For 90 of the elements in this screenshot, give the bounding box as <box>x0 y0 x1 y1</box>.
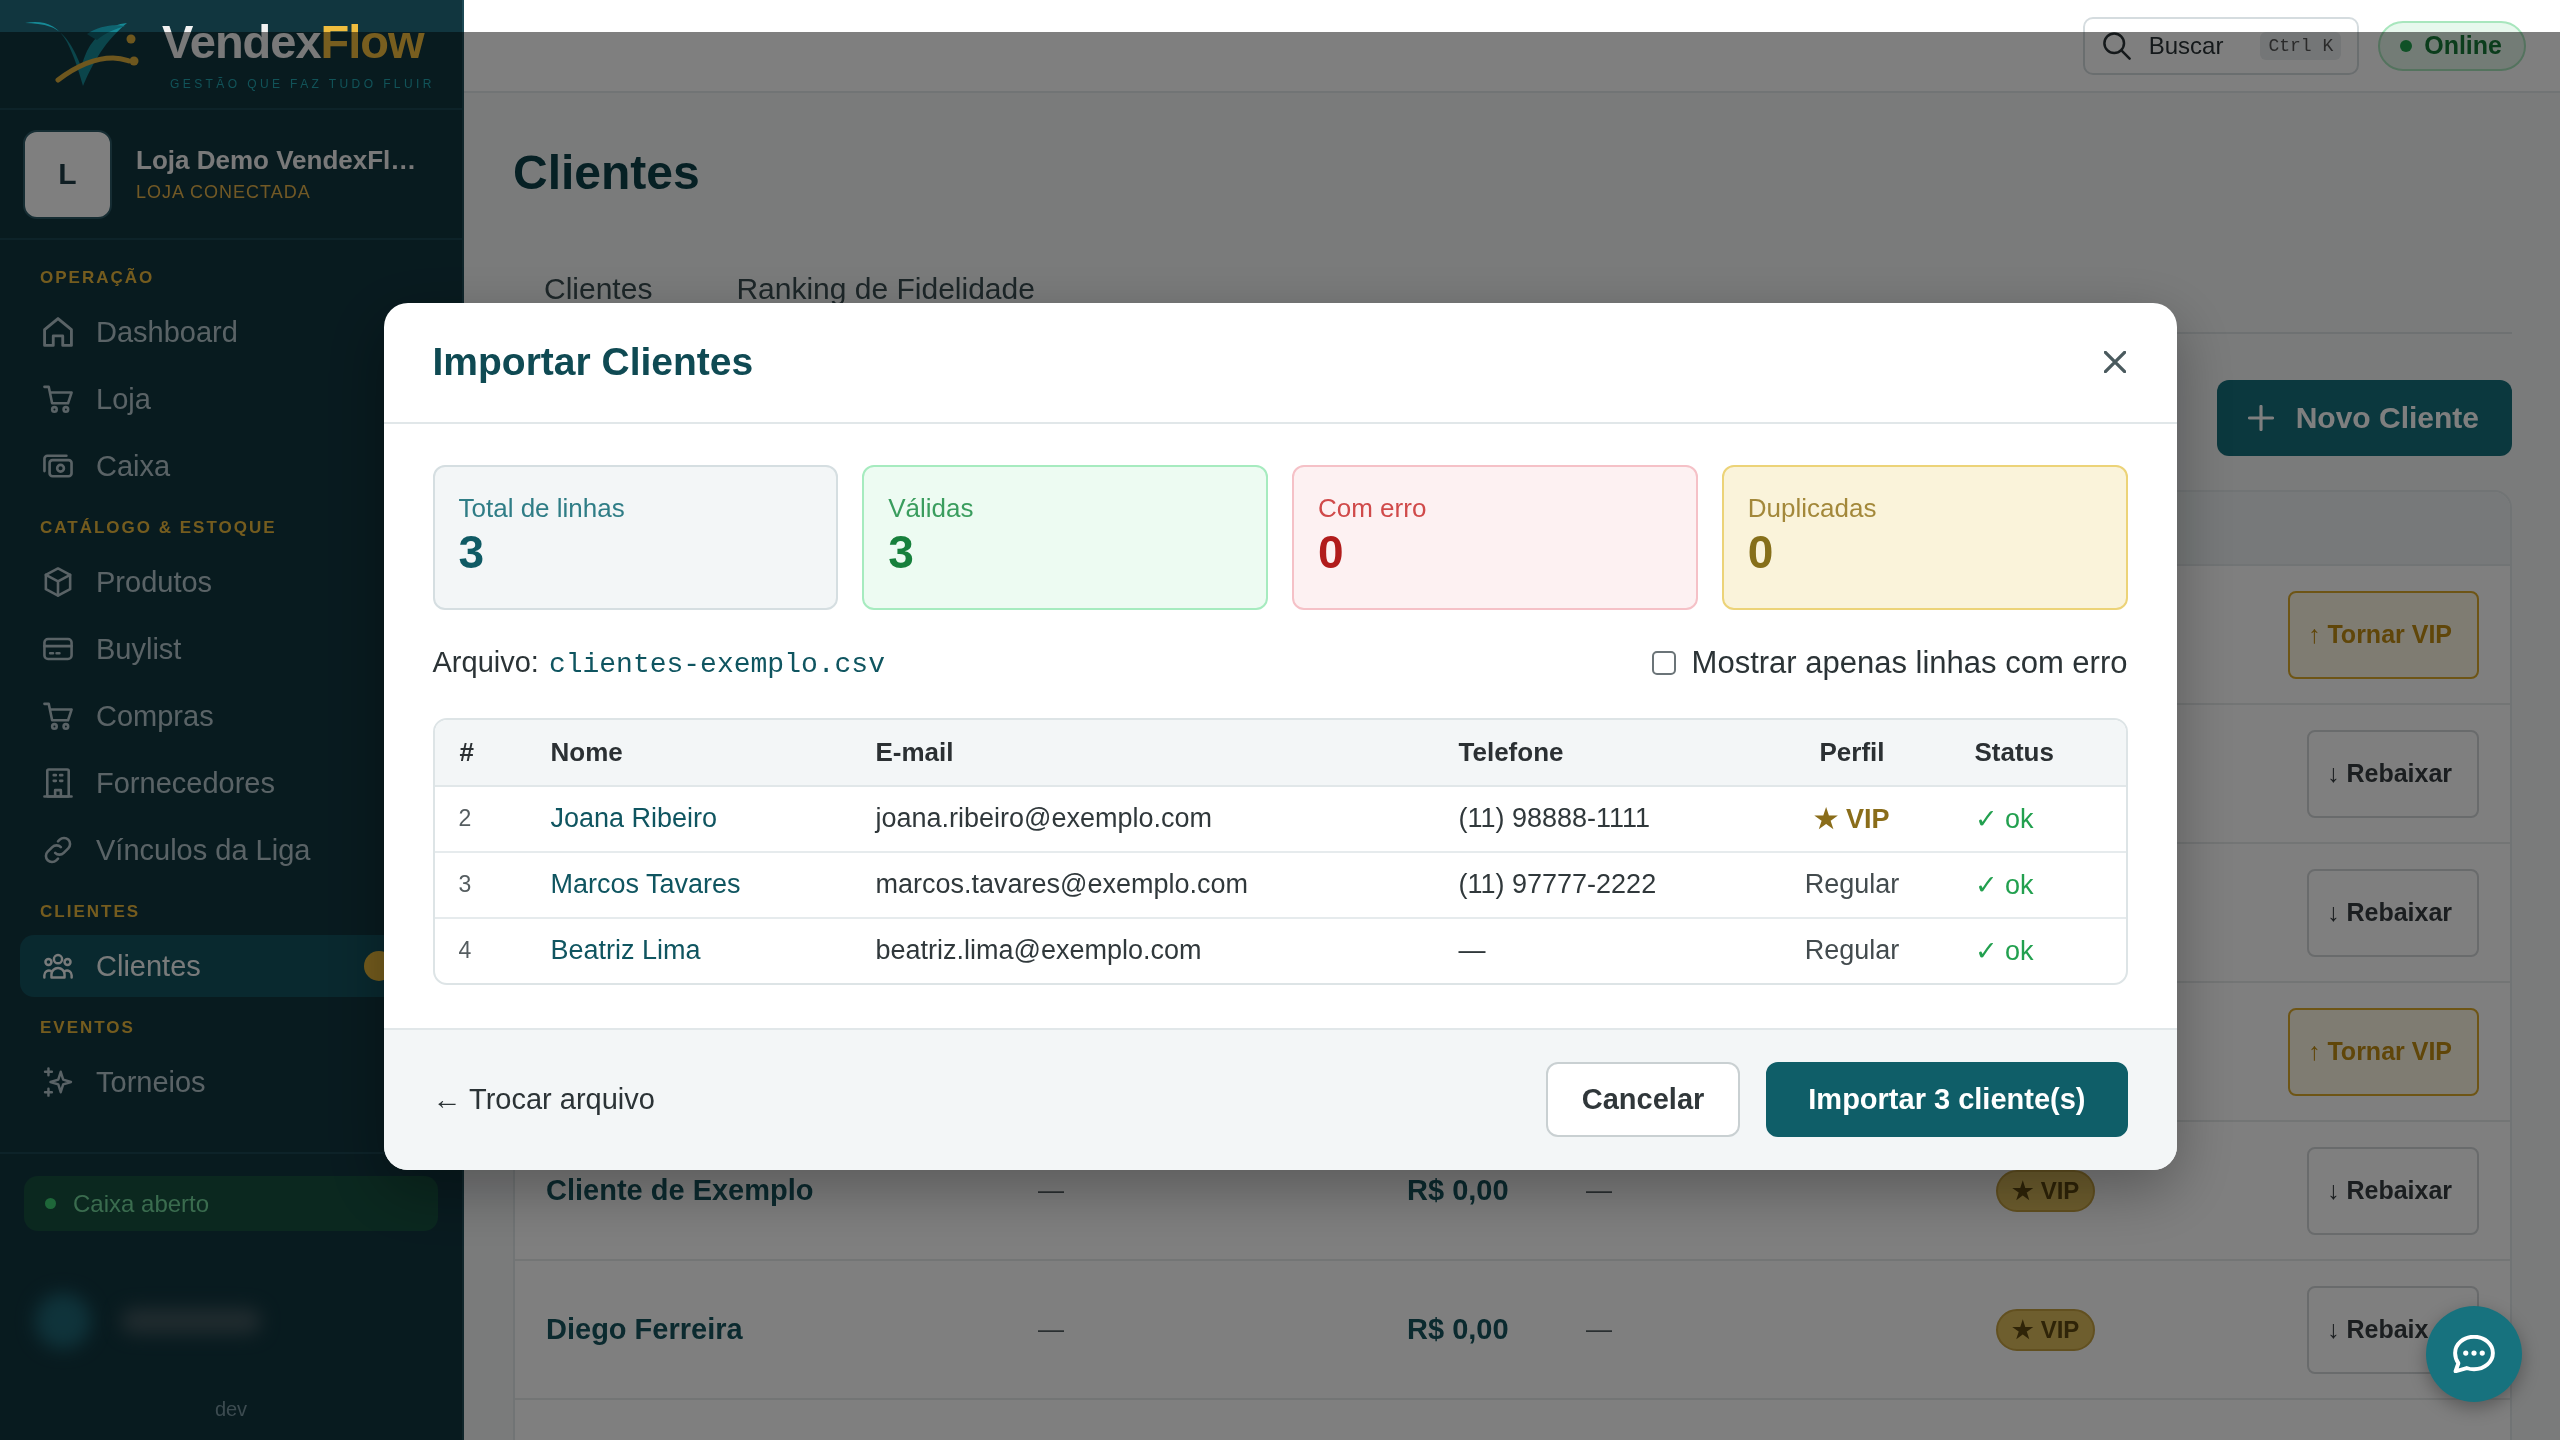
customer-email: beatriz.lima@exemplo.com <box>874 935 1203 966</box>
sidebar-item[interactable]: Fornecedores <box>20 752 442 814</box>
tab[interactable]: Ranking de Fidelidade <box>705 276 1066 302</box>
customer-name: Cliente de Exemplo <box>546 1174 815 1207</box>
demote-button[interactable]: ↓ Rebaixar <box>2307 868 2479 957</box>
new-customer-button[interactable]: Novo Cliente <box>2216 380 2512 456</box>
status-label: ✓ ok <box>1973 802 2035 835</box>
store-status: LOJA CONECTADA <box>136 182 312 203</box>
tab[interactable]: Clientes <box>513 276 684 302</box>
search-button[interactable]: Buscar Ctrl K <box>2082 16 2360 75</box>
sparkles-icon <box>43 1067 73 1097</box>
amount: R$ 0,00 <box>1407 1313 1510 1346</box>
profile-label: Regular <box>1803 869 1901 900</box>
page-title: Clientes <box>513 145 701 201</box>
customer-name: Marcos Tavares <box>549 869 742 900</box>
stat-value: 0 <box>1747 524 1775 580</box>
table-cell-text: — <box>1586 1175 1613 1206</box>
customer-phone: (11) 98888-1111 <box>1457 803 1652 834</box>
column-header: Nome <box>549 736 624 768</box>
store-name: Loja Demo VendexFl… <box>136 145 417 176</box>
store-avatar: L <box>23 129 112 219</box>
customer-name: Joana Ribeiro <box>549 803 719 834</box>
users-icon <box>43 951 73 981</box>
register-status-label: Caixa aberto <box>73 1189 210 1218</box>
search-icon <box>2102 31 2131 60</box>
cart-icon <box>43 701 73 731</box>
profile-label: Regular <box>1803 935 1901 966</box>
profile-label: ★ VIP <box>1813 802 1891 835</box>
cart-icon <box>43 384 73 414</box>
amount: R$ 0,00 <box>1407 1174 1510 1207</box>
sidebar-item[interactable]: Compras <box>20 685 442 747</box>
column-header: E-mail <box>874 736 955 768</box>
column-header: # <box>458 736 475 768</box>
table-cell-text: — <box>1038 1175 1065 1206</box>
building-icon <box>43 768 73 798</box>
demote-button[interactable]: ↓ Rebaixar <box>2307 1146 2479 1235</box>
promote-vip-button[interactable]: ↑ Tornar VIP <box>2288 1007 2479 1096</box>
vip-badge: ★ VIP <box>1996 1169 2096 1212</box>
line-number: 2 <box>457 805 473 832</box>
logo-wordmark: VendexFlow <box>162 20 426 64</box>
dialog-title: Importar Clientes <box>432 340 754 384</box>
demote-button[interactable]: ↓ Rebaixar <box>2307 729 2479 818</box>
column-header: Status <box>1973 736 2055 768</box>
customer-email: marcos.tavares@exemplo.com <box>874 869 1250 900</box>
customer-phone: (11) 97777-2222 <box>1457 869 1658 900</box>
link-icon <box>43 835 73 865</box>
line-number: 3 <box>457 871 473 898</box>
import-button[interactable]: Importar 3 cliente(s) <box>1766 1062 2128 1137</box>
sidebar-item[interactable]: Produtos <box>20 551 442 613</box>
cube-icon <box>43 567 73 597</box>
customer-name: Beatriz Lima <box>549 935 702 966</box>
customer-name: Diego Ferreira <box>546 1313 744 1346</box>
status-label: ✓ ok <box>1973 868 2035 901</box>
file-name: clientes-exemplo.csv <box>548 648 885 680</box>
cash-icon <box>43 451 73 481</box>
stat-value: 0 <box>1318 524 1345 580</box>
vip-badge: ★ VIP <box>1996 1308 2096 1351</box>
stat-label: Com erro <box>1318 491 1428 525</box>
sidebar-item[interactable]: Vínculos da Liga <box>20 819 442 881</box>
column-header: Perfil <box>1818 736 1886 768</box>
line-number: 4 <box>457 937 473 964</box>
chat-icon <box>2453 1335 2495 1373</box>
table-cell-text: — <box>1038 1314 1065 1345</box>
column-header: Telefone <box>1457 736 1565 768</box>
table-cell-text: — <box>1586 1314 1613 1345</box>
connection-status-label: Online <box>2424 31 2502 60</box>
logo-tagline: GESTÃO QUE FAZ TUDO FLUIR <box>170 77 435 91</box>
close-icon <box>2103 351 2126 373</box>
customer-phone: — <box>1457 935 1487 966</box>
section-title: OPERAÇÃO <box>40 268 155 288</box>
customer-email: joana.ribeiro@exemplo.com <box>873 803 1214 834</box>
stat-label: Válidas <box>888 491 975 525</box>
status-label: ✓ ok <box>1973 934 2035 967</box>
cancel-button[interactable]: Cancelar <box>1545 1062 1741 1137</box>
section-title: CATÁLOGO & ESTOQUE <box>40 518 277 538</box>
error-filter-toggle[interactable]: Mostrar apenas linhas com erro <box>1651 644 2128 681</box>
stat-label: Duplicadas <box>1747 491 1878 525</box>
stat-label: Total de linhas <box>458 491 626 525</box>
checkbox[interactable] <box>1651 650 1676 675</box>
stat-value: 3 <box>888 524 915 580</box>
change-file-link[interactable]: ← Trocar arquivo <box>432 1083 655 1116</box>
home-icon <box>43 317 73 347</box>
plus-icon <box>2247 405 2274 431</box>
section-title: CLIENTES <box>40 902 141 922</box>
file-label: Arquivo: <box>432 645 539 679</box>
shortcut-key-hint: Ctrl K <box>2260 31 2342 60</box>
promote-vip-button[interactable]: ↑ Tornar VIP <box>2288 590 2479 679</box>
stat-value: 3 <box>458 524 486 580</box>
section-title: EVENTOS <box>40 1018 135 1038</box>
sidebar-item[interactable]: Caixa <box>20 435 442 497</box>
